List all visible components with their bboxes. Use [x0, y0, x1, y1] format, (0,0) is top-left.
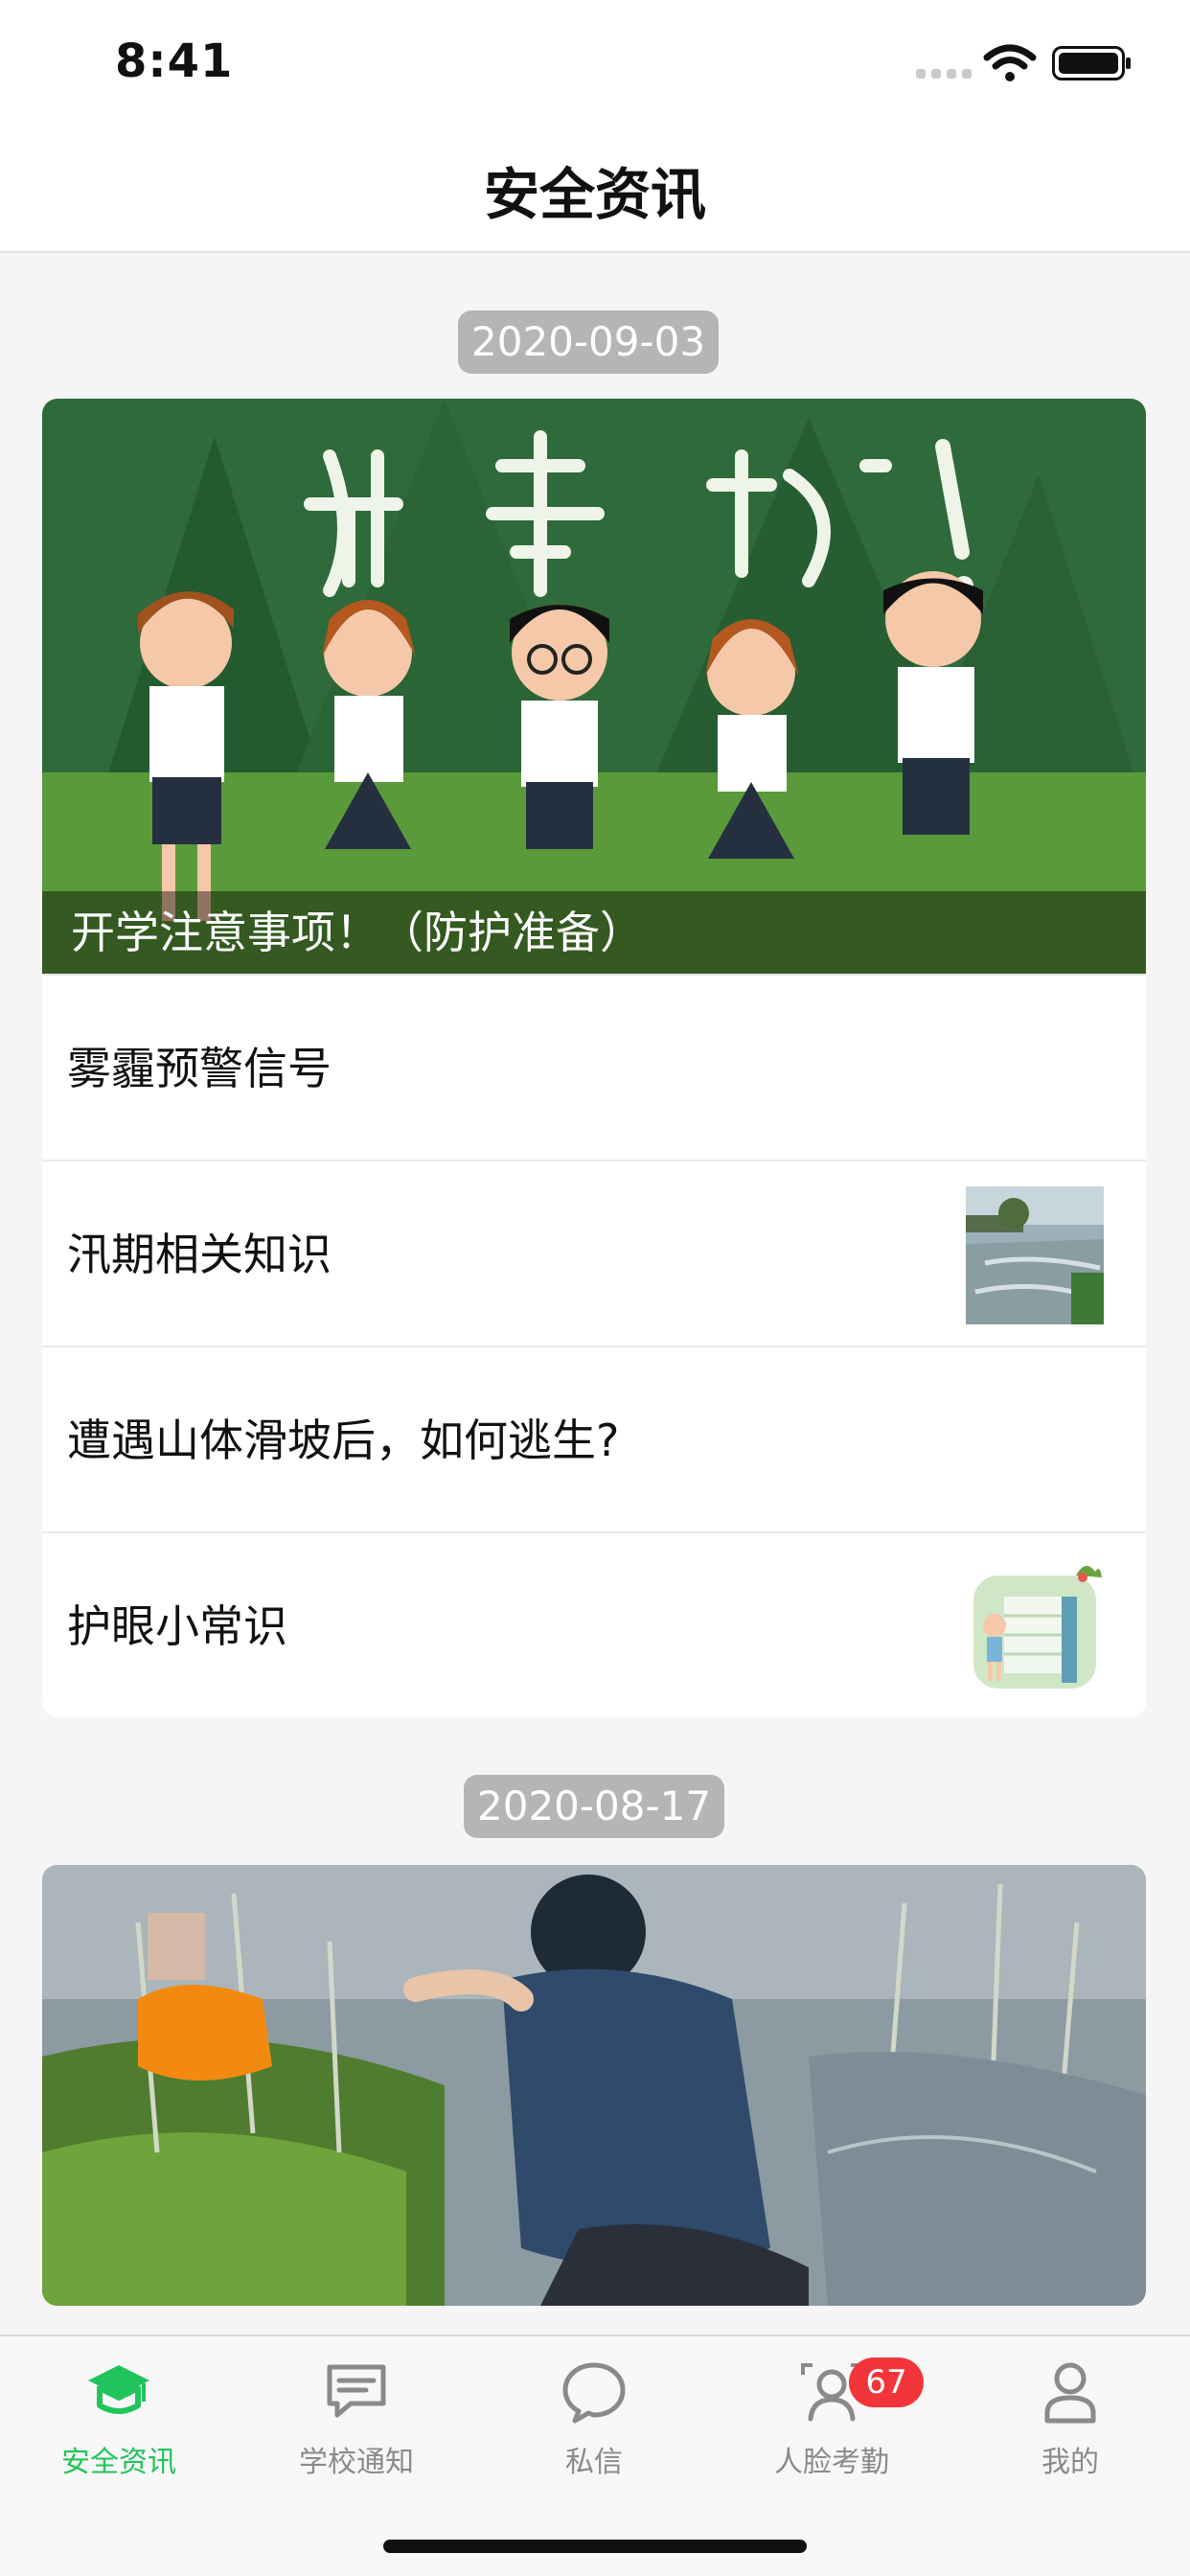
news-card: 开学注意事项！（防护准备） 雾霾预警信号 汛期相关知识 遭遇山体滑坡后，如何逃生… [42, 399, 1146, 1717]
river-rescue-photo [42, 1865, 1146, 2306]
nav-bar: 安全资讯 [0, 126, 1190, 253]
tab-safety-news[interactable]: 安全资讯 [0, 2358, 238, 2492]
back-to-school-illustration [42, 399, 1146, 974]
tab-face-attendance[interactable]: 人脸考勤 67 [713, 2358, 950, 2492]
tab-label: 私信 [565, 2446, 623, 2479]
user-icon [1044, 2362, 1096, 2424]
featured-caption: 开学注意事项！（防护准备） [42, 891, 1146, 974]
status-bar: 8:41 [0, 0, 1190, 126]
tab-private-message[interactable]: 私信 [475, 2358, 713, 2492]
message-square-icon [327, 2364, 386, 2418]
eye-care-thumbnail [966, 1558, 1104, 1696]
tab-school-notice[interactable]: 学校通知 [238, 2358, 475, 2492]
notification-badge: 67 [849, 2358, 924, 2407]
tab-label: 我的 [1041, 2446, 1099, 2479]
article-item[interactable]: 护眼小常识 [42, 1531, 1146, 1717]
news-card [42, 1865, 1146, 2306]
article-title: 雾霾预警信号 [67, 1043, 332, 1094]
chat-bubble-icon [562, 2362, 626, 2424]
status-time: 8:41 [115, 34, 234, 88]
section-date: 2020-09-03 [458, 310, 720, 374]
home-indicator[interactable] [383, 2540, 807, 2553]
battery-icon [1052, 46, 1131, 80]
signal-icon [916, 69, 972, 79]
flood-road-thumbnail [966, 1186, 1104, 1324]
article-title: 遭遇山体滑坡后，如何逃生? [67, 1414, 620, 1466]
graduation-cap-icon [88, 2365, 149, 2414]
article-item[interactable]: 汛期相关知识 [42, 1160, 1146, 1346]
wifi-icon [983, 44, 1037, 81]
featured-article[interactable]: 开学注意事项！（防护准备） [42, 399, 1146, 974]
article-item[interactable]: 雾霾预警信号 [42, 974, 1146, 1160]
section-date: 2020-08-17 [464, 1775, 725, 1838]
article-title: 护眼小常识 [67, 1600, 287, 1652]
featured-article[interactable] [42, 1865, 1146, 2306]
article-title: 汛期相关知识 [67, 1229, 332, 1280]
tab-label: 人脸考勤 [774, 2446, 889, 2479]
tab-label: 安全资讯 [61, 2446, 176, 2479]
news-feed[interactable]: 2020-09-03 开学注意事项！（防护准备） 雾霾预警信号 汛期相关知识 遭… [0, 255, 1190, 2334]
tab-profile[interactable]: 我的 [950, 2358, 1190, 2492]
tab-label: 学校通知 [299, 2446, 414, 2479]
page-title: 安全资讯 [483, 162, 706, 227]
article-item[interactable]: 遭遇山体滑坡后，如何逃生? [42, 1346, 1146, 1531]
